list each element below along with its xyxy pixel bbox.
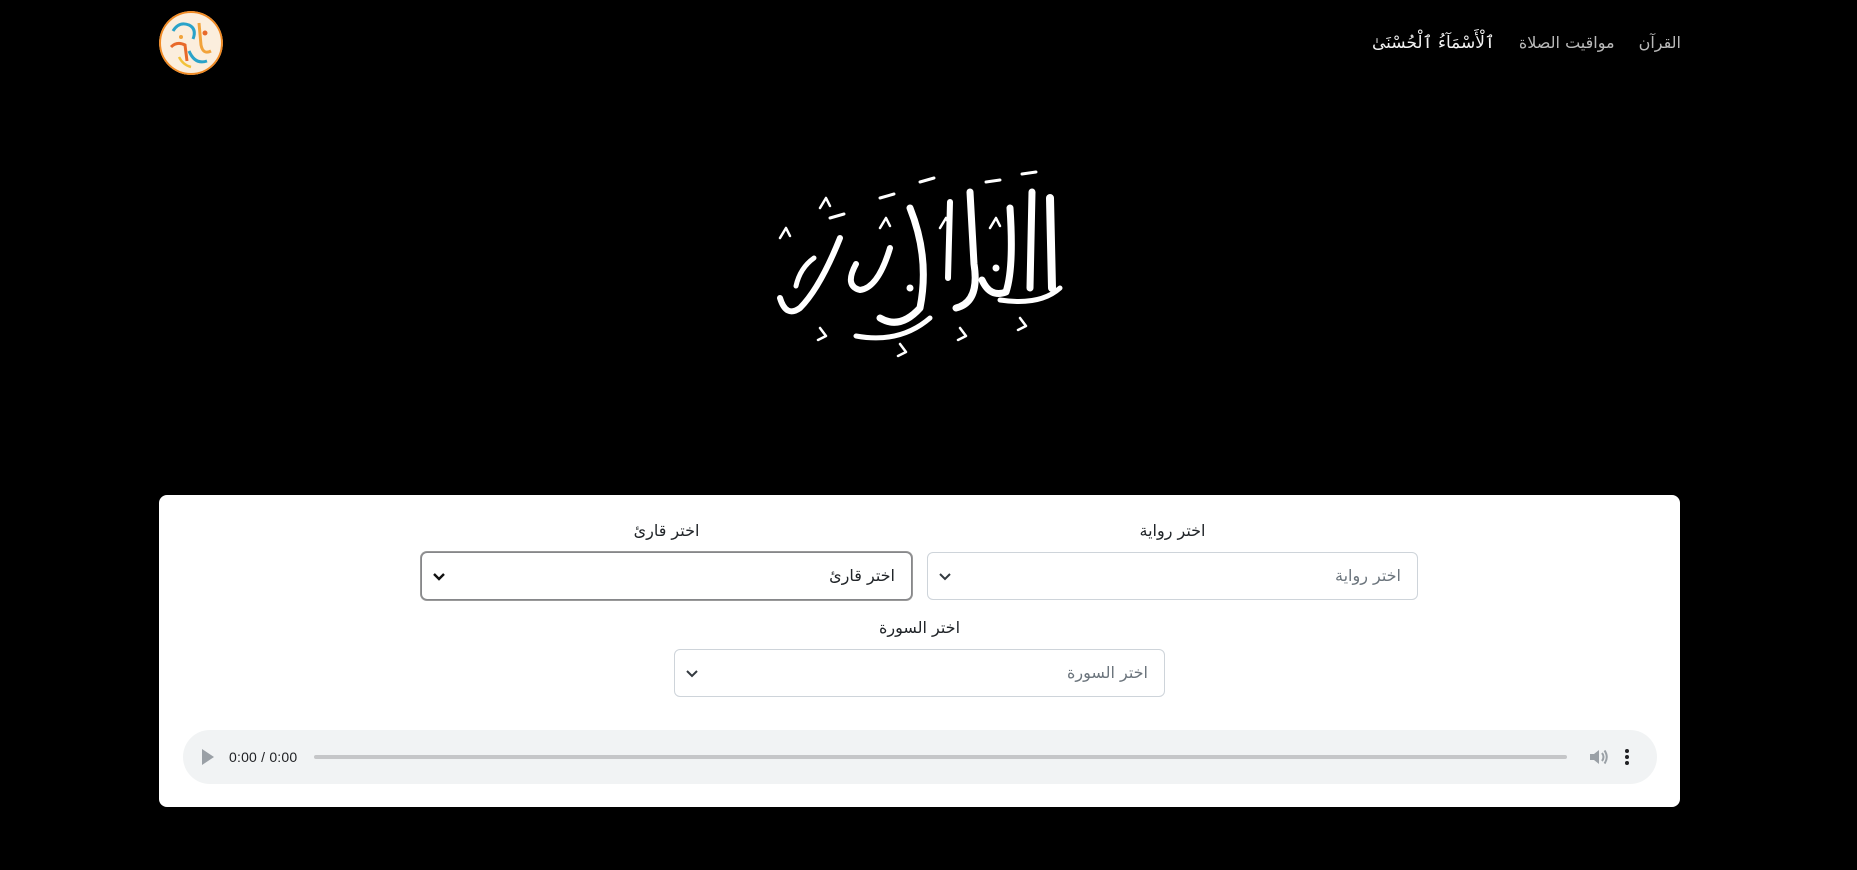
audio-player: 0:00 / 0:00 bbox=[183, 730, 1657, 784]
qari-label: اختر قارئ bbox=[633, 521, 700, 540]
quran-calligraphy bbox=[760, 168, 1080, 358]
riwaya-select-value: اختر رواية bbox=[1334, 566, 1401, 585]
riwaya-field: اختر رواية اختر رواية bbox=[927, 520, 1418, 600]
volume-icon[interactable] bbox=[1587, 746, 1609, 768]
audio-time: 0:00 / 0:00 bbox=[229, 749, 298, 765]
riwaya-label: اختر رواية bbox=[1139, 521, 1206, 540]
surah-select[interactable]: اختر السورة bbox=[674, 649, 1165, 697]
play-icon[interactable] bbox=[201, 748, 215, 766]
chevron-down-icon bbox=[433, 573, 445, 581]
nav-link-asma-ul-husna[interactable]: ٱلْأَسْمَآءُ ٱلْحُسْنَىٰ bbox=[1372, 30, 1495, 56]
chevron-down-icon bbox=[686, 670, 698, 678]
qari-select-value: اختر قارئ bbox=[829, 566, 895, 585]
surah-label: اختر السورة bbox=[878, 618, 961, 637]
quran-logo[interactable] bbox=[159, 11, 223, 75]
surah-field: اختر السورة اختر السورة bbox=[674, 617, 1165, 697]
qari-field: اختر قارئ اختر قارئ bbox=[421, 520, 912, 600]
nav-link-quran[interactable]: القرآن bbox=[1639, 30, 1681, 56]
chevron-down-icon bbox=[939, 573, 951, 581]
nav-link-prayer-times[interactable]: مواقيت الصلاة bbox=[1519, 30, 1615, 56]
player-card: اختر رواية اختر رواية اختر قارئ اختر قار… bbox=[159, 495, 1680, 807]
riwaya-select[interactable]: اختر رواية bbox=[927, 552, 1418, 600]
audio-progress-bar[interactable] bbox=[314, 755, 1567, 759]
nav-links: ٱلْأَسْمَآءُ ٱلْحُسْنَىٰ مواقيت الصلاة ا… bbox=[1372, 30, 1681, 56]
surah-select-value: اختر السورة bbox=[1066, 663, 1148, 682]
more-options-icon[interactable] bbox=[1623, 746, 1631, 768]
navbar: ٱلْأَسْمَآءُ ٱلْحُسْنَىٰ مواقيت الصلاة ا… bbox=[0, 0, 1857, 86]
qari-select[interactable]: اختر قارئ bbox=[421, 552, 912, 600]
